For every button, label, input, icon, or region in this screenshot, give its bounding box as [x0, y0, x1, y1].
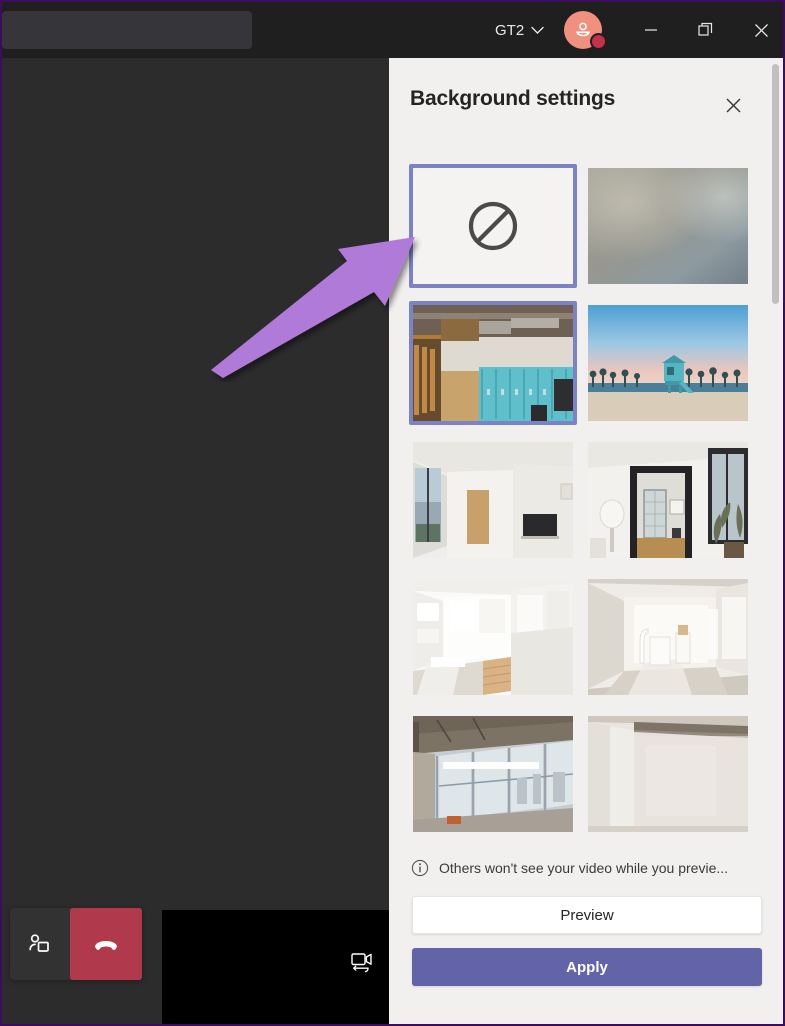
background-option-office-lockers[interactable]: [409, 301, 577, 425]
beach-lifeguard-thumbnail: [588, 305, 748, 421]
people-icon: [29, 934, 49, 952]
minimize-icon: [645, 29, 657, 31]
title-bar: GT2: [2, 2, 783, 58]
org-switcher-label: GT2: [495, 21, 525, 39]
apply-button[interactable]: Apply: [412, 948, 762, 986]
avatar[interactable]: [564, 11, 608, 51]
status-badge: [590, 33, 607, 50]
blur-thumbnail: [588, 168, 748, 284]
background-thumbnail-grid[interactable]: [409, 164, 761, 864]
background-option-industrial-windows[interactable]: [409, 712, 577, 836]
switch-camera-icon: [351, 953, 372, 973]
preview-button[interactable]: Preview: [412, 896, 762, 934]
close-icon: [725, 97, 741, 113]
search-input[interactable]: [2, 11, 252, 49]
page-title: Background settings: [410, 87, 616, 110]
background-settings-panel: Background settings Others won't see you…: [389, 58, 783, 1024]
panel-scrollbar-thumb[interactable]: [772, 64, 779, 304]
background-option-beach-lifeguard-tower[interactable]: [584, 301, 752, 425]
no-background-icon: [468, 201, 518, 251]
background-option-blur[interactable]: [584, 164, 752, 288]
meeting-stage: [2, 58, 389, 1024]
background-option-none[interactable]: [409, 164, 577, 288]
chevron-down-icon: [531, 26, 544, 34]
white-room-window-thumbnail: [413, 442, 573, 558]
white-loft-stairs-thumbnail: [413, 579, 573, 695]
teams-window: GT2 Background settings Others won't see…: [0, 0, 785, 1026]
background-option-white-loft-stairs[interactable]: [409, 575, 577, 699]
plain-concrete-wall-thumbnail: [588, 716, 748, 832]
background-option-bright-empty-room[interactable]: [584, 575, 752, 699]
industrial-windows-thumbnail: [413, 716, 573, 832]
preview-notice: Others won't see your video while you pr…: [411, 856, 763, 880]
self-video-preview: [162, 910, 389, 1024]
close-icon: [754, 23, 768, 37]
minimize-button[interactable]: [629, 10, 673, 50]
hangup-button[interactable]: [70, 908, 142, 980]
room-with-mirror-thumbnail: [588, 442, 748, 558]
background-option-room-with-mirror[interactable]: [584, 438, 752, 562]
panel-footer: Others won't see your video while you pr…: [389, 844, 783, 1024]
background-option-plain-concrete-wall[interactable]: [584, 712, 752, 836]
restore-button[interactable]: [684, 10, 728, 50]
close-panel-button[interactable]: [716, 88, 750, 122]
org-switcher[interactable]: GT2: [495, 16, 544, 44]
people-button[interactable]: [10, 908, 70, 980]
call-controls-bar: [10, 908, 142, 980]
hangup-phone-icon: [95, 941, 117, 950]
close-window-button[interactable]: [739, 10, 783, 50]
panel-header: Background settings: [389, 58, 783, 148]
panel-scrollbar[interactable]: [772, 64, 779, 844]
switch-camera-button[interactable]: [350, 952, 374, 979]
info-icon: [411, 859, 429, 877]
office-lockers-thumbnail: [413, 305, 573, 421]
preview-notice-text: Others won't see your video while you pr…: [439, 860, 729, 876]
bright-empty-room-thumbnail: [588, 579, 748, 695]
background-option-white-room-window[interactable]: [409, 438, 577, 562]
restore-icon: [698, 22, 713, 36]
